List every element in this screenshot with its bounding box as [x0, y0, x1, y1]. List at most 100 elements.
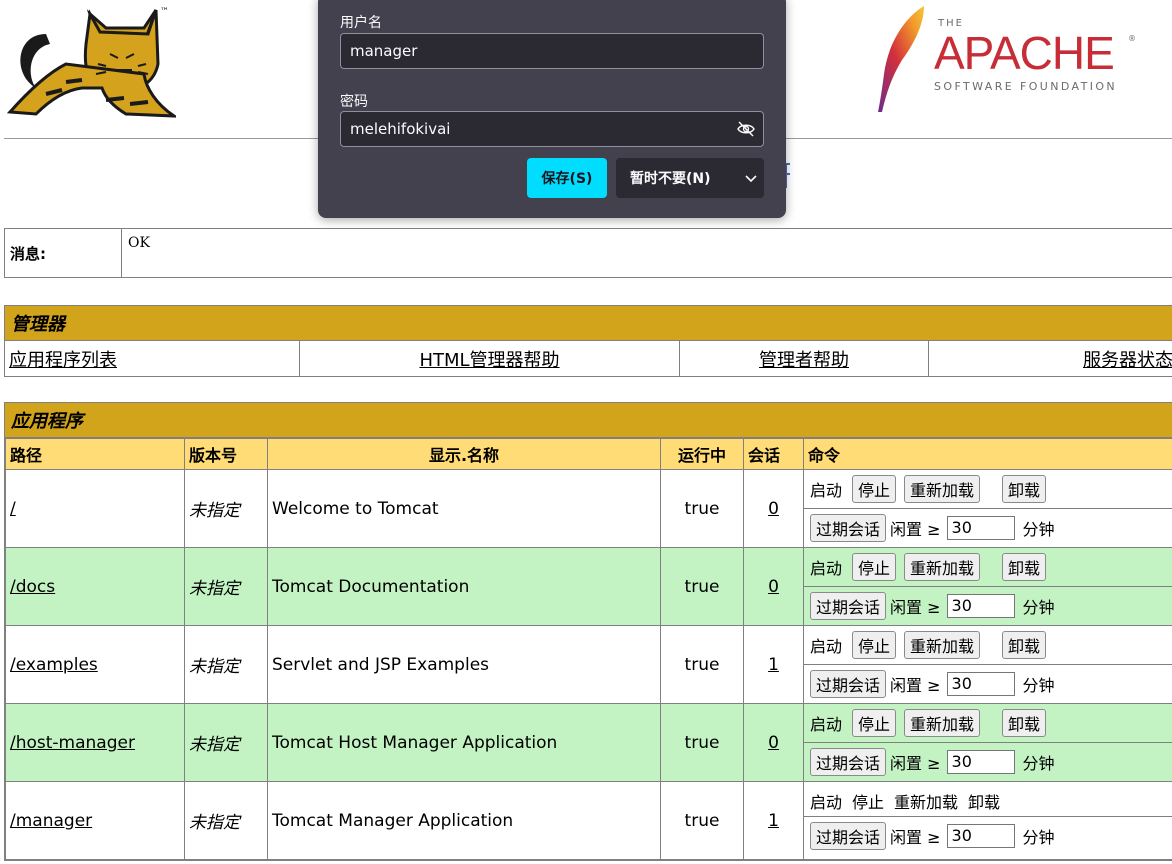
start-label: 启动 — [810, 481, 843, 500]
app-sessions-link[interactable]: 0 — [768, 499, 779, 519]
expire-sessions-button[interactable]: 过期会话 — [810, 592, 887, 620]
start-label: 启动 — [810, 793, 843, 812]
minutes-label: 分钟 — [1022, 828, 1055, 847]
column-header-running: 运行中 — [660, 438, 744, 470]
reload-button[interactable]: 重新加载 — [904, 553, 981, 581]
table-row: / 未指定 Welcome to Tomcat true 0 启动 停止 重新加… — [5, 469, 1172, 548]
app-sessions-link[interactable]: 1 — [768, 655, 779, 675]
app-sessions-link[interactable]: 1 — [768, 811, 779, 831]
app-commands: 启动 停止 重新加载 卸载 过期会话 闲置 ≥ 30 分钟 — [803, 547, 1172, 626]
message-label: 消息: — [5, 229, 122, 277]
app-path-link[interactable]: /manager — [10, 811, 92, 831]
applications-header: 应用程序 — [5, 403, 1172, 438]
app-sessions-link[interactable]: 0 — [768, 577, 779, 597]
expire-sessions-button[interactable]: 过期会话 — [810, 514, 887, 542]
password-field[interactable]: melehifokivai — [340, 111, 764, 147]
undeploy-button[interactable]: 卸载 — [1002, 475, 1047, 503]
app-path-link[interactable]: / — [10, 499, 16, 519]
manager-links-row: 应用程序列表 HTML管理器帮助 管理者帮助 服务器状态 — [5, 341, 1172, 376]
column-header-path: 路径 — [5, 438, 185, 470]
app-running: true — [660, 469, 744, 548]
manager-help-link[interactable]: 管理者帮助 — [759, 346, 849, 372]
app-display-name: Servlet and JSP Examples — [267, 625, 661, 704]
idle-label: 闲置 ≥ — [890, 598, 941, 617]
idle-label: 闲置 ≥ — [890, 676, 941, 695]
app-display-name: Tomcat Host Manager Application — [267, 703, 661, 782]
app-running: true — [660, 703, 744, 782]
applications-table: 应用程序 路径 版本号 显示.名称 运行中 会话 命令 / 未指定 Welcom… — [4, 402, 1172, 861]
minutes-label: 分钟 — [1022, 520, 1055, 539]
column-header-sessions: 会话 — [743, 438, 804, 470]
table-row: /manager 未指定 Tomcat Manager Application … — [5, 781, 1172, 860]
svg-text:™: ™ — [160, 7, 169, 17]
undeploy-button[interactable]: 卸载 — [1002, 631, 1047, 659]
app-path-link[interactable]: /examples — [10, 655, 98, 675]
app-commands: 启动 停止 重新加载 卸载 过期会话 闲置 ≥ 30 分钟 — [803, 625, 1172, 704]
table-row: /docs 未指定 Tomcat Documentation true 0 启动… — [5, 547, 1172, 626]
reload-button[interactable]: 重新加载 — [904, 475, 981, 503]
server-status-link[interactable]: 服务器状态 — [1083, 346, 1172, 372]
start-label: 启动 — [810, 715, 843, 734]
apache-subtitle-text: SOFTWARE FOUNDATION — [934, 80, 1118, 93]
message-table: 消息: OK — [4, 228, 1172, 278]
app-display-name: Tomcat Documentation — [267, 547, 661, 626]
tomcat-logo: ™ — [6, 7, 176, 118]
idle-minutes-input[interactable]: 30 — [946, 594, 1015, 618]
html-manager-help-link[interactable]: HTML管理器帮助 — [419, 346, 559, 372]
tomcat-manager-page: ™ THE APACHE ® SOFTWARE FOUNDATION 消息: O… — [0, 0, 1172, 864]
password-value: melehifokivai — [350, 120, 451, 138]
not-now-label: 暂时不要(N) — [630, 171, 711, 187]
message-value: OK — [128, 235, 150, 251]
idle-label: 闲置 ≥ — [890, 520, 941, 539]
not-now-button[interactable]: 暂时不要(N) — [616, 158, 764, 198]
stop-button[interactable]: 停止 — [852, 553, 897, 581]
reload-button[interactable]: 重新加载 — [904, 631, 981, 659]
list-applications-link[interactable]: 应用程序列表 — [9, 346, 117, 372]
start-label: 启动 — [810, 559, 843, 578]
start-label: 启动 — [810, 637, 843, 656]
app-version: 未指定 — [184, 625, 268, 704]
undeploy-button[interactable]: 卸载 — [1002, 553, 1047, 581]
app-display-name: Tomcat Manager Application — [267, 781, 661, 860]
app-commands: 启动 停止 重新加载 卸载 过期会话 闲置 ≥ 30 分钟 — [803, 469, 1172, 548]
idle-minutes-input[interactable]: 30 — [946, 672, 1015, 696]
idle-minutes-input[interactable]: 30 — [946, 824, 1015, 848]
undeploy-label: 卸载 — [968, 793, 1001, 812]
manager-header: 管理器 — [5, 306, 1172, 341]
stop-button[interactable]: 停止 — [852, 709, 897, 737]
idle-label: 闲置 ≥ — [890, 754, 941, 773]
expire-sessions-button[interactable]: 过期会话 — [810, 670, 887, 698]
app-version: 未指定 — [184, 469, 268, 548]
hide-password-icon[interactable] — [737, 121, 755, 137]
username-field[interactable]: manager — [340, 33, 764, 69]
expire-sessions-button[interactable]: 过期会话 — [810, 748, 887, 776]
column-header-commands: 命令 — [803, 438, 1172, 470]
reload-button[interactable]: 重新加载 — [904, 709, 981, 737]
stop-button[interactable]: 停止 — [852, 631, 897, 659]
app-path-link[interactable]: /host-manager — [10, 733, 135, 753]
undeploy-button[interactable]: 卸载 — [1002, 709, 1047, 737]
chevron-down-icon[interactable] — [744, 173, 758, 183]
manager-link-cell: HTML管理器帮助 — [300, 341, 680, 376]
idle-minutes-input[interactable]: 30 — [946, 750, 1015, 774]
expire-sessions-button[interactable]: 过期会话 — [810, 822, 887, 850]
apache-logo: THE APACHE ® SOFTWARE FOUNDATION — [874, 4, 1144, 114]
app-commands: 启动 停止 重新加载 卸载 过期会话 闲置 ≥ 30 分钟 — [803, 781, 1172, 860]
apache-registered-mark: ® — [1128, 34, 1136, 43]
app-version: 未指定 — [184, 547, 268, 626]
stop-label: 停止 — [852, 793, 885, 812]
column-header-display-name: 显示.名称 — [267, 438, 661, 470]
app-version: 未指定 — [184, 703, 268, 782]
app-path-link[interactable]: /docs — [10, 577, 55, 597]
idle-minutes-input[interactable]: 30 — [946, 516, 1015, 540]
save-login-popup: 用户名 manager 密码 melehifokivai 保存(S) 暂时不要(… — [318, 0, 786, 218]
table-row: /host-manager 未指定 Tomcat Host Manager Ap… — [5, 703, 1172, 782]
app-sessions-link[interactable]: 0 — [768, 733, 779, 753]
minutes-label: 分钟 — [1022, 754, 1055, 773]
app-version: 未指定 — [184, 781, 268, 860]
reload-label: 重新加载 — [894, 793, 959, 812]
stop-button[interactable]: 停止 — [852, 475, 897, 503]
app-commands: 启动 停止 重新加载 卸载 过期会话 闲置 ≥ 30 分钟 — [803, 703, 1172, 782]
save-button[interactable]: 保存(S) — [527, 158, 607, 198]
manager-link-cell: 服务器状态 — [929, 341, 1172, 376]
